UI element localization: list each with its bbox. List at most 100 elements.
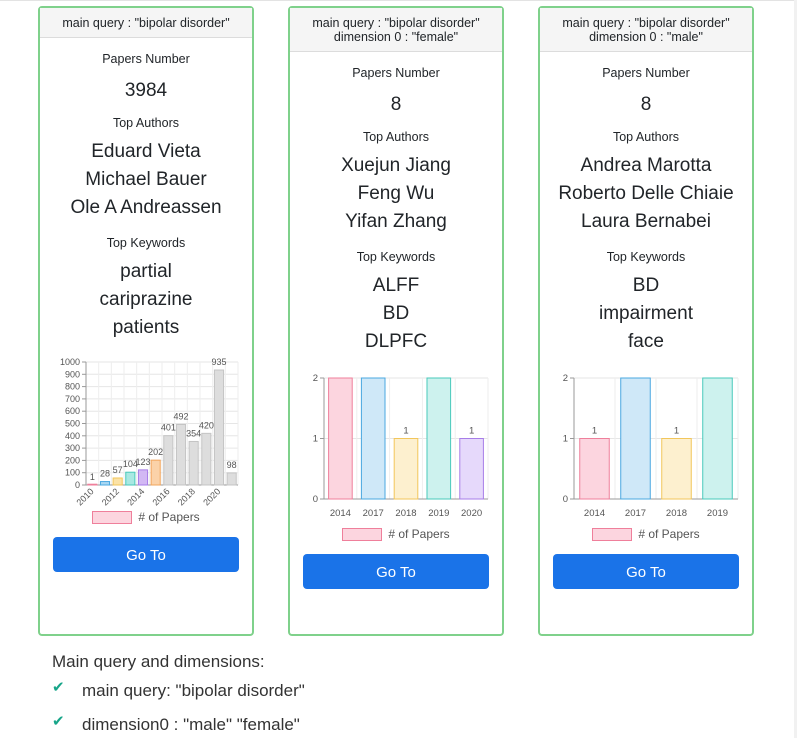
x-tick-label: 2020 [201, 486, 222, 507]
y-tick-label: 500 [65, 419, 80, 429]
papers-number-label: Papers Number [602, 66, 690, 80]
papers-number-value: 3984 [124, 80, 168, 101]
legend-label: # of Papers [638, 527, 700, 541]
x-tick-label: 2017 [625, 508, 646, 519]
result-card-3: main query : "bipolar disorder" dimensio… [538, 6, 754, 636]
papers-per-year-chart: 0 1 2 1 1 2014 2017 2018 2019 [540, 370, 752, 525]
y-tick-label: 800 [65, 382, 80, 392]
checkmark-icon: ✔ [52, 713, 65, 730]
card-header: main query : "bipolar disorder" dimensio… [290, 8, 502, 52]
papers-number-label: Papers Number [102, 52, 190, 66]
chart-legend[interactable]: # of Papers [290, 527, 502, 541]
y-tick-label: 2 [313, 373, 318, 384]
summary-item: ✔ dimension0 : "male" "female" [52, 710, 305, 744]
bar [426, 377, 452, 500]
bar [226, 472, 237, 486]
bar-value-label: 1 [592, 426, 597, 437]
bar [702, 377, 733, 500]
result-card-1: main query : "bipolar disorder" Papers N… [38, 6, 254, 636]
go-to-button[interactable]: Go To [553, 554, 739, 589]
legend-swatch [342, 527, 383, 541]
x-tick-label: 2018 [395, 508, 416, 519]
legend-label: # of Papers [388, 527, 450, 541]
x-tick-label: 2014 [584, 508, 605, 519]
top-keywords-list: partial cariprazine patients [40, 258, 252, 342]
keyword-item: BD [382, 303, 410, 324]
checkmark-icon: ✔ [52, 679, 65, 696]
bar-chart: 0 1 2 1 1 2014 2017 2018 2019 2020 [313, 373, 489, 519]
x-tick-label: 2018 [666, 508, 687, 519]
y-tick-label: 0 [563, 494, 568, 505]
top-authors-label: Top Authors [612, 130, 679, 144]
author-item: Roberto Delle Chiaie [558, 183, 734, 204]
bar [87, 483, 98, 486]
header-line: main query : "bipolar disorder" [312, 16, 480, 30]
go-to-button[interactable]: Go To [303, 554, 489, 589]
query-summary: Main query and dimensions: ✔ main query:… [52, 652, 305, 744]
bar-value-label: 1 [403, 426, 408, 437]
bar [201, 432, 212, 486]
y-tick-label: 1000 [60, 357, 80, 367]
summary-item: ✔ main query: "bipolar disorder" [52, 676, 305, 710]
author-item: Xuejun Jiang [341, 155, 451, 176]
x-tick-label: 2019 [707, 508, 728, 519]
summary-item-text: main query: "bipolar disorder" [82, 681, 305, 700]
top-keywords-label: Top Keywords [606, 250, 686, 264]
bar [163, 435, 174, 486]
chart-legend[interactable]: # of Papers [40, 510, 252, 524]
go-to-button[interactable]: Go To [53, 537, 239, 572]
y-tick-label: 300 [65, 443, 80, 453]
top-authors-label: Top Authors [362, 130, 429, 144]
bar [213, 369, 225, 486]
author-item: Feng Wu [357, 183, 435, 204]
header-line: dimension 0 : "male" [589, 30, 703, 44]
legend-label: # of Papers [138, 510, 200, 524]
bar-chart: 0 1 2 1 1 2014 2017 2018 2019 [563, 373, 739, 519]
bar-value-label: 935 [211, 357, 226, 367]
top-authors-list: Xuejun Jiang Feng Wu Yifan Zhang [290, 152, 502, 236]
keyword-item: patients [112, 317, 180, 338]
header-line: main query : "bipolar disorder" [62, 16, 230, 30]
bar [661, 438, 692, 500]
x-tick-label: 2020 [461, 508, 482, 519]
keyword-item: ALFF [372, 275, 420, 296]
bar-chart: 010020030040050060070080090010001 28 57104… [60, 357, 239, 508]
papers-number-label: Papers Number [352, 66, 440, 80]
keyword-item: impairment [599, 303, 693, 324]
author-item: Laura Bernabei [581, 211, 711, 232]
y-tick-label: 1 [563, 434, 568, 445]
top-authors-list: Andrea Marotta Roberto Delle Chiaie Laur… [540, 152, 752, 236]
bar [188, 440, 199, 486]
bar [393, 438, 419, 500]
header-line: main query : "bipolar disorder" [562, 16, 730, 30]
summary-item-text: dimension0 : "male" "female" [82, 715, 300, 734]
top-authors-list: Eduard Vieta Michael Bauer Ole A Andreas… [40, 138, 252, 222]
result-card-2: main query : "bipolar disorder" dimensio… [288, 6, 504, 636]
bar-value-label: 1 [90, 472, 95, 482]
x-tick-label: 2017 [363, 508, 384, 519]
bar-value-label: 123 [135, 457, 150, 467]
top-keywords-label: Top Keywords [356, 250, 436, 264]
header-line: dimension 0 : "female" [333, 30, 459, 44]
keyword-item: face [628, 331, 664, 352]
author-item: Eduard Vieta [91, 141, 201, 162]
papers-number-value: 8 [390, 94, 402, 115]
x-tick-label: 2019 [428, 508, 449, 519]
top-divider [0, 0, 797, 1]
bar [112, 477, 123, 486]
y-tick-label: 200 [65, 455, 80, 465]
chart-legend[interactable]: # of Papers [540, 527, 752, 541]
top-keywords-list: BD impairment face [540, 272, 752, 356]
y-tick-label: 2 [563, 373, 568, 384]
keyword-item: cariprazine [99, 289, 193, 310]
y-tick-label: 400 [65, 431, 80, 441]
x-tick-label: 2012 [100, 486, 121, 507]
bar [620, 377, 651, 500]
card-header: main query : "bipolar disorder" [40, 8, 252, 38]
keyword-item: partial [120, 261, 172, 282]
y-tick-label: 1 [313, 434, 318, 445]
summary-title: Main query and dimensions: [52, 652, 265, 671]
x-tick-label: 2014 [330, 508, 351, 519]
author-item: Ole A Andreassen [70, 197, 222, 218]
keyword-item: DLPFC [364, 331, 428, 352]
